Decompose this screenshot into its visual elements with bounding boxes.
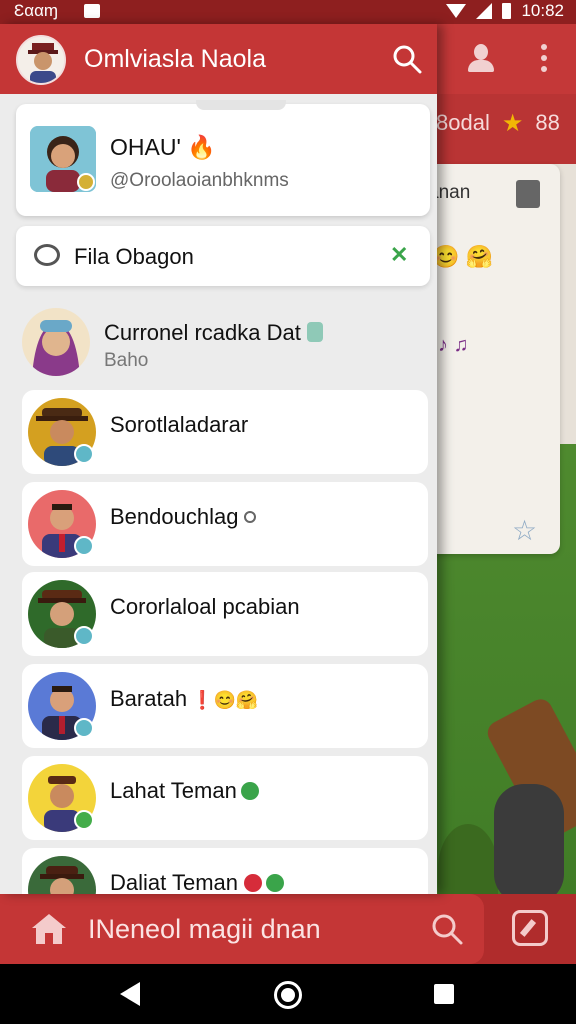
notification-icon xyxy=(84,4,100,18)
profile-avatar-image xyxy=(30,126,96,192)
avatar-image xyxy=(18,37,64,83)
lock-icon xyxy=(306,322,323,342)
fire-icon: 🔥 xyxy=(180,134,216,160)
contact-name: Sorotlaladarar xyxy=(110,412,249,437)
bottom-bar: INeneol magii dnan xyxy=(0,894,576,964)
status-indicators: 10:82 xyxy=(446,1,564,21)
home-button[interactable] xyxy=(274,981,302,1009)
recents-button[interactable] xyxy=(434,984,454,1004)
background-card: anan 😊 🤗 ♪ ♫ ☆ xyxy=(420,164,560,554)
profile-icon[interactable] xyxy=(466,42,496,74)
profile-handle: @Oroolaoianbhknms xyxy=(110,170,289,191)
drag-handle xyxy=(196,100,286,110)
background-tab-suffix: 88 xyxy=(535,110,560,135)
status-icon xyxy=(266,874,284,892)
background-tab[interactable]: 8odal ★ 88 xyxy=(436,100,576,146)
profile-card[interactable]: OHAU' 🔥 @Oroolaoianbhknms xyxy=(16,100,430,216)
bottom-search-icon[interactable] xyxy=(430,912,464,946)
signal-icon xyxy=(476,3,493,19)
battery-icon xyxy=(502,3,512,19)
contact-name: Baratah ❗😊🤗 xyxy=(110,686,259,711)
verified-badge xyxy=(74,626,94,646)
contact-name: Daliat Teman xyxy=(110,870,284,894)
star-icon: ★ xyxy=(501,109,524,137)
search-row[interactable]: Fila Obagon ✕ xyxy=(16,226,430,286)
home-icon[interactable] xyxy=(32,914,66,944)
contact-subtitle: Baho xyxy=(104,350,149,371)
music-icon: ♪ ♫ xyxy=(438,334,469,356)
profile-name: OHAU' 🔥 xyxy=(110,134,216,160)
online-badge xyxy=(74,810,94,830)
bottom-bar-label: INeneol magii dnan xyxy=(88,914,321,944)
clock: 10:82 xyxy=(521,1,564,20)
bottom-nav-panel: INeneol magii dnan xyxy=(0,894,484,964)
search-icon[interactable] xyxy=(392,44,422,74)
back-button[interactable] xyxy=(120,982,140,1006)
compose-icon[interactable] xyxy=(512,910,548,946)
avatar xyxy=(28,856,96,894)
close-icon[interactable]: ✕ xyxy=(390,242,408,268)
list-item[interactable]: Cororlaloal pcabian xyxy=(22,572,428,656)
at-icon xyxy=(244,511,257,523)
avatar xyxy=(22,308,90,376)
list-item[interactable]: Baratah ❗😊🤗 xyxy=(22,664,428,748)
list-item[interactable]: Sorotlaladarar xyxy=(22,390,428,474)
contact-name: Lahat Teman xyxy=(110,778,259,804)
status-bar: Ɛααɱ 10:82 xyxy=(0,0,576,24)
verified-badge xyxy=(74,444,94,464)
carrier-label: Ɛααɱ xyxy=(14,1,59,20)
contact-name: Cororlaloal pcabian xyxy=(110,594,300,619)
list-item[interactable]: Lahat Teman xyxy=(22,756,428,840)
chat-bubble-icon xyxy=(34,244,60,266)
list-item[interactable]: Bendouchlag xyxy=(22,482,428,566)
background-tab-label: 8odal xyxy=(436,110,490,135)
status-icon xyxy=(240,782,259,800)
avatar[interactable] xyxy=(16,35,66,85)
emoji-icon: 😊 🤗 xyxy=(432,244,493,269)
system-nav-bar xyxy=(0,964,576,1024)
profile-avatar xyxy=(30,126,96,192)
contact-name: Curronel rcadka Dat xyxy=(104,320,323,346)
verified-badge xyxy=(74,536,94,556)
navigation-drawer: Omlviasla Naola OHAU' 🔥 @Oroolaoianbhknm… xyxy=(0,24,437,894)
list-item[interactable]: Curronel rcadka Dat Baho xyxy=(16,300,422,384)
heart-icon xyxy=(244,874,262,892)
verified-badge xyxy=(74,718,94,738)
search-label: Fila Obagon xyxy=(74,244,194,269)
drawer-title: Omlviasla Naola xyxy=(84,45,267,73)
background-header xyxy=(436,24,576,94)
pot-decoration xyxy=(494,784,564,904)
star-outline-icon: ☆ xyxy=(512,515,538,546)
wifi-icon xyxy=(446,4,467,18)
list-item[interactable]: Daliat Teman xyxy=(22,848,428,894)
more-options-icon[interactable] xyxy=(540,44,548,72)
contact-name: Bendouchlag xyxy=(110,504,257,530)
drawer-header: Omlviasla Naola xyxy=(0,24,437,94)
note-icon xyxy=(516,180,540,208)
emoji-icon: ❗😊🤗 xyxy=(191,690,259,710)
